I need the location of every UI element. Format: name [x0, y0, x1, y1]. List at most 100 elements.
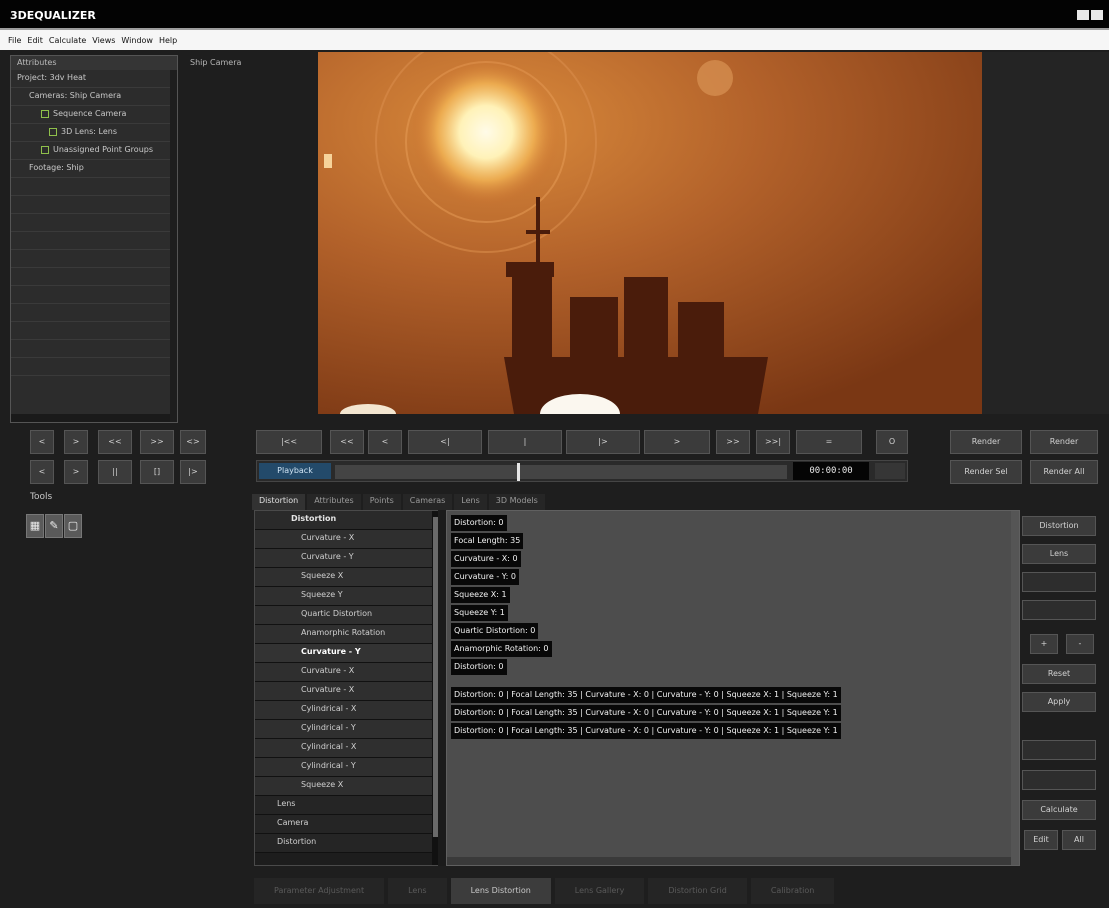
tree-header[interactable]: Distortion [255, 511, 439, 530]
menu-calculate[interactable]: Calculate [49, 36, 86, 45]
param-value[interactable]: Squeeze Y: 1 [451, 605, 508, 621]
toggle-button[interactable]: <> [180, 430, 206, 454]
param-value[interactable]: Curvature - X: 0 [451, 551, 521, 567]
render-selection-button[interactable]: Render Sel [950, 460, 1022, 484]
render-button-2[interactable]: Render [1030, 430, 1098, 454]
prev-key-button[interactable]: <| [408, 430, 482, 454]
bottom-tab-lens[interactable]: Lens [388, 878, 447, 904]
disabled-button[interactable] [1022, 740, 1096, 760]
grid-tool-icon[interactable]: ▦ [26, 514, 44, 538]
tree-splitter[interactable] [438, 510, 446, 866]
menu-edit[interactable]: Edit [27, 36, 43, 45]
tab-points[interactable]: Points [362, 494, 401, 510]
tree-item[interactable]: Curvature - X [255, 663, 439, 682]
bottom-tab-parameter-adjustment[interactable]: Parameter Adjustment [254, 878, 385, 904]
pencil-tool-icon[interactable]: ✎ [45, 514, 63, 538]
reset-button[interactable]: Reset [1022, 664, 1096, 684]
browser-vertical-scrollbar[interactable] [170, 70, 177, 422]
tab-lens[interactable]: Lens [454, 494, 487, 510]
tree-group-distortion[interactable]: Distortion [255, 834, 439, 853]
disabled-button[interactable] [1022, 600, 1096, 620]
menu-help[interactable]: Help [159, 36, 177, 45]
stop-button[interactable]: [] [140, 460, 174, 484]
tree-item[interactable]: Curvature - Y [255, 549, 439, 568]
param-value[interactable]: Curvature - Y: 0 [451, 569, 519, 585]
settings-button[interactable]: O [876, 430, 908, 454]
menu-window[interactable]: Window [121, 36, 153, 45]
fast-rewind-button[interactable]: << [330, 430, 364, 454]
timeline-slider[interactable] [335, 463, 787, 481]
tree-item[interactable]: Curvature - X [255, 530, 439, 549]
menu-file[interactable]: File [8, 36, 21, 45]
pause-button[interactable]: || [98, 460, 132, 484]
step-back-frame-button[interactable]: < [368, 430, 402, 454]
step-forward-button[interactable]: > [64, 460, 88, 484]
browser-item-project[interactable]: Project: 3dv Heat [11, 70, 177, 88]
tree-item[interactable]: Squeeze X [255, 568, 439, 587]
browser-horizontal-scrollbar[interactable] [11, 414, 170, 422]
param-value[interactable]: Distortion: 0 [451, 659, 507, 675]
rewind-button[interactable]: << [98, 430, 132, 454]
step-forward-frame-button[interactable]: > [644, 430, 710, 454]
param-value[interactable]: Anamorphic Rotation: 0 [451, 641, 552, 657]
add-button[interactable]: + [1030, 634, 1058, 654]
tree-item-selected[interactable]: Curvature - Y [255, 644, 439, 663]
param-value[interactable]: Focal Length: 35 [451, 533, 524, 549]
render-all-button[interactable]: Render All [1030, 460, 1098, 484]
param-value[interactable]: Quartic Distortion: 0 [451, 623, 539, 639]
timeline-end-button[interactable] [875, 463, 905, 479]
disabled-button[interactable] [1022, 770, 1096, 790]
go-to-start-button[interactable]: |<< [256, 430, 322, 454]
values-vertical-scrollbar[interactable] [1011, 511, 1019, 865]
apply-button[interactable]: Apply [1022, 692, 1096, 712]
distortion-button[interactable]: Distortion [1022, 516, 1096, 536]
tree-item[interactable]: Cylindrical - Y [255, 720, 439, 739]
next-key-button[interactable]: |> [566, 430, 640, 454]
disabled-button[interactable] [1022, 572, 1096, 592]
browser-item-cameras[interactable]: Cameras: Ship Camera [11, 88, 177, 106]
tree-item[interactable]: Squeeze Y [255, 587, 439, 606]
render-button[interactable]: Render [950, 430, 1022, 454]
step-back-button[interactable]: < [30, 460, 54, 484]
checkbox-icon[interactable] [41, 145, 49, 154]
values-horizontal-scrollbar[interactable] [447, 857, 1011, 865]
tree-group-lens[interactable]: Lens [255, 796, 439, 815]
tab-distortion[interactable]: Distortion [252, 494, 306, 510]
tree-item[interactable]: Anamorphic Rotation [255, 625, 439, 644]
browser-item-lens[interactable]: 3D Lens: Lens [11, 124, 177, 142]
tree-item[interactable]: Cylindrical - X [255, 739, 439, 758]
edit-button[interactable]: Edit [1024, 830, 1058, 850]
next-button[interactable]: > [64, 430, 88, 454]
play-button[interactable]: |> [180, 460, 206, 484]
tree-item[interactable]: Squeeze X [255, 777, 439, 796]
forward-button[interactable]: >> [140, 430, 174, 454]
close-button[interactable] [1091, 10, 1103, 20]
calculate-button[interactable]: Calculate [1022, 800, 1096, 820]
frame-tool-icon[interactable]: ▢ [64, 514, 82, 538]
remove-button[interactable]: - [1066, 634, 1094, 654]
loop-button[interactable]: = [796, 430, 862, 454]
minimize-button[interactable] [1077, 10, 1089, 20]
menu-views[interactable]: Views [92, 36, 115, 45]
footage-viewport[interactable] [318, 52, 982, 414]
tab-3d-models[interactable]: 3D Models [488, 494, 545, 510]
browser-item-point-groups[interactable]: Unassigned Point Groups [11, 142, 177, 160]
playback-mode-label[interactable]: Playback [259, 463, 331, 479]
bottom-tab-lens-gallery[interactable]: Lens Gallery [554, 878, 645, 904]
tree-item[interactable]: Cylindrical - Y [255, 758, 439, 777]
param-value[interactable]: Squeeze X: 1 [451, 587, 510, 603]
bottom-tab-distortion-grid[interactable]: Distortion Grid [648, 878, 747, 904]
lens-button[interactable]: Lens [1022, 544, 1096, 564]
bottom-tab-lens-distortion[interactable]: Lens Distortion [450, 878, 551, 904]
go-to-end-button[interactable]: >>| [756, 430, 790, 454]
tree-item[interactable]: Quartic Distortion [255, 606, 439, 625]
tree-item[interactable]: Curvature - X [255, 682, 439, 701]
checkbox-icon[interactable] [49, 127, 57, 136]
param-value[interactable]: Distortion: 0 [451, 515, 507, 531]
tree-group-camera[interactable]: Camera [255, 815, 439, 834]
tree-item[interactable]: Cylindrical - X [255, 701, 439, 720]
timeline-playhead[interactable] [517, 463, 520, 481]
fast-forward-button[interactable]: >> [716, 430, 750, 454]
set-key-button[interactable]: | [488, 430, 562, 454]
browser-item-footage[interactable]: Footage: Ship [11, 160, 177, 178]
